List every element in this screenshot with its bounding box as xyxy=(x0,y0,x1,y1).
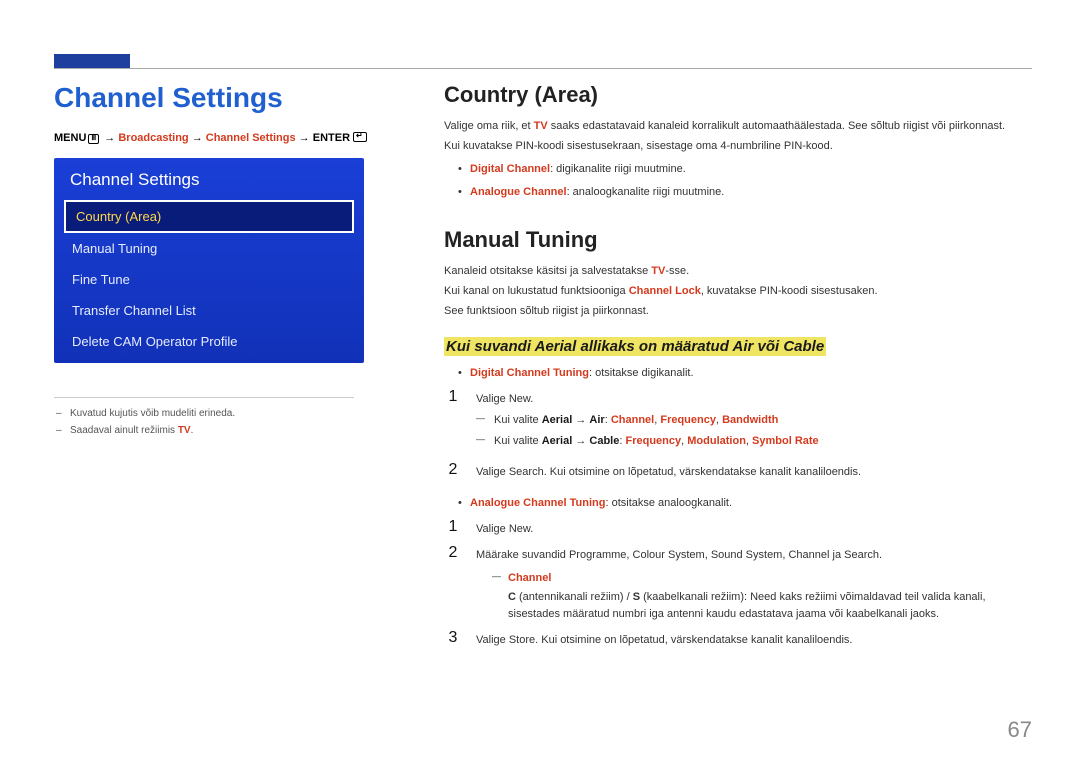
enter-icon xyxy=(353,132,367,142)
manual-p1: Kanaleid otsitakse käsitsi ja salvestata… xyxy=(444,263,1032,280)
footnote-separator xyxy=(54,397,354,398)
bullet-digital-tuning: Digital Channel Tuning: otsitakse digika… xyxy=(444,365,1032,382)
page-number: 67 xyxy=(1008,717,1032,743)
menu-icon: Ⅲ xyxy=(88,134,99,144)
panel-item-manual-tuning[interactable]: Manual Tuning xyxy=(54,233,364,264)
analogue-step-2: 2 Määrake suvandid Programme, Colour Sys… xyxy=(444,544,1032,623)
settings-panel: Channel Settings Country (Area) Manual T… xyxy=(54,158,364,363)
analogue-step-3: 3 Valige Store. Kui otsimine on lõpetatu… xyxy=(444,629,1032,649)
header-rule xyxy=(54,68,1032,69)
dash-aerial-air: Kui valite Aerial → Air: Channel, Freque… xyxy=(476,412,1032,429)
digital-step-2: 2 Valige Search. Kui otsimine on lõpetat… xyxy=(444,461,1032,481)
dash-aerial-cable: Kui valite Aerial → Cable: Frequency, Mo… xyxy=(476,433,1032,450)
header-accent-bar xyxy=(54,54,130,68)
panel-item-delete-cam[interactable]: Delete CAM Operator Profile xyxy=(54,326,364,357)
analogue-step-1: 1 Valige New. xyxy=(444,518,1032,538)
panel-item-transfer[interactable]: Transfer Channel List xyxy=(54,295,364,326)
footnote-1: Kuvatud kujutis võib mudeliti erineda. xyxy=(70,408,384,419)
manual-p3: See funktsioon sõltub riigist ja piirkon… xyxy=(444,303,1032,320)
footnote-2: Saadaval ainult režiimis TV. xyxy=(70,425,384,436)
panel-item-fine-tune[interactable]: Fine Tune xyxy=(54,264,364,295)
content-column: Country (Area) Valige oma riik, et TV sa… xyxy=(444,82,1032,655)
heading-country: Country (Area) xyxy=(444,82,1032,108)
page-title: Channel Settings xyxy=(54,82,384,114)
left-column: Channel Settings MENUⅢ → Broadcasting → … xyxy=(54,82,384,655)
breadcrumb: MENUⅢ → Broadcasting → Channel Settings … xyxy=(54,132,384,144)
digital-step-1: 1 Valige New. Kui valite Aerial → Air: C… xyxy=(444,388,1032,454)
panel-item-country[interactable]: Country (Area) xyxy=(64,200,354,233)
heading-manual-tuning: Manual Tuning xyxy=(444,227,1032,253)
manual-p2: Kui kanal on lukustatud funktsiooniga Ch… xyxy=(444,283,1032,300)
sub-channel-label: Channel xyxy=(476,570,1032,587)
sub-channel-body: C (antennikanali režiim) / S (kaabelkana… xyxy=(476,589,1032,623)
country-pin: Kui kuvatakse PIN-koodi sisestusekraan, … xyxy=(444,138,1032,155)
bullet-analogue-channel: Analogue Channel: analoogkanalite riigi … xyxy=(444,184,1032,201)
bullet-analogue-tuning: Analogue Channel Tuning: otsitakse analo… xyxy=(444,495,1032,512)
country-intro: Valige oma riik, et TV saaks edastatavai… xyxy=(444,118,1032,135)
panel-title: Channel Settings xyxy=(54,158,364,200)
subheading-aerial: Kui suvandi Aerial allikaks on määratud … xyxy=(444,338,1032,355)
bullet-digital-channel: Digital Channel: digikanalite riigi muut… xyxy=(444,161,1032,178)
